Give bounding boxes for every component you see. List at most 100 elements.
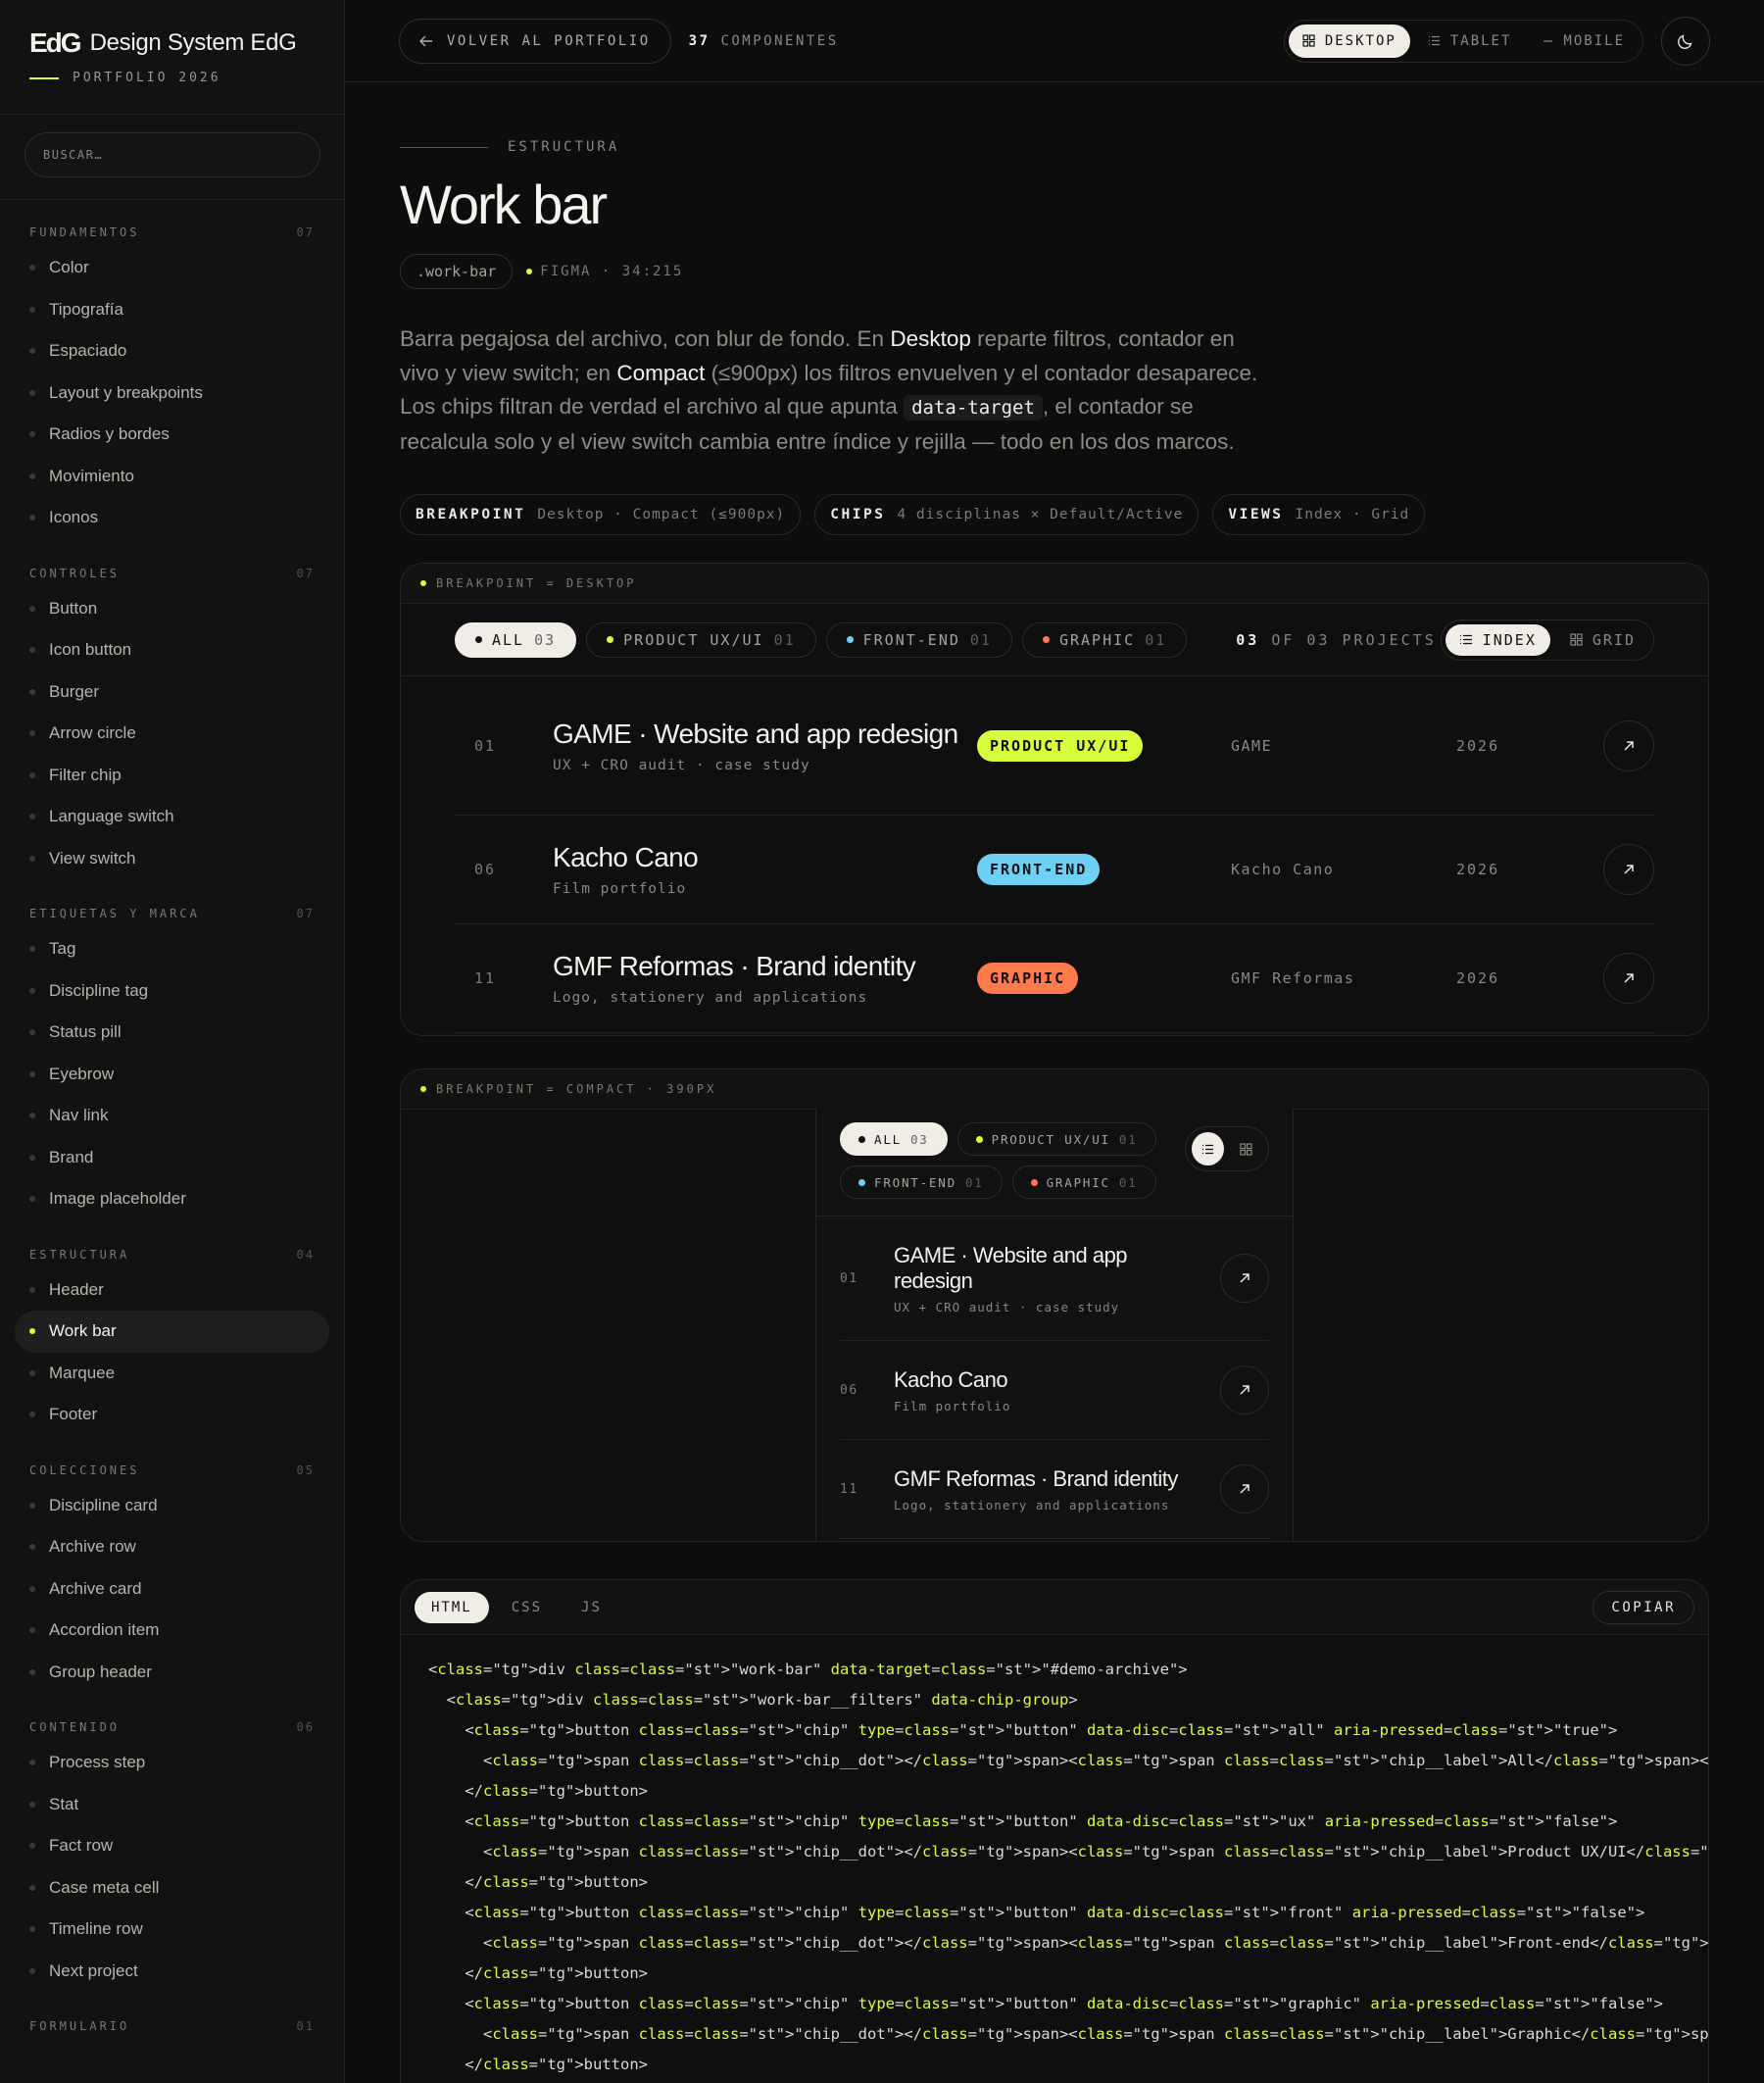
open-project-button[interactable] [1220,1365,1269,1414]
filter-chip-all[interactable]: ALL 03 [840,1122,948,1156]
device-switch: DESKTOP TABLET MOBILE [1283,19,1643,63]
sidebar-item-label: Color [49,258,89,277]
sidebar-item-header[interactable]: Header [0,1269,344,1312]
tab-html[interactable]: HTML [415,1591,489,1623]
archive-row[interactable]: 01 GAME · Website and app redesign UX + CR… [840,1216,1269,1341]
sidebar-item-button[interactable]: Button [0,588,344,630]
archive-row[interactable]: 06 Kacho Cano Film portfolio FRONT-END Kacho… [455,816,1654,924]
nav-group: ESTRUCTURA 04 Header Work bar Marquee Footer [0,1234,344,1436]
sidebar-item-eyebrow[interactable]: Eyebrow [0,1054,344,1096]
chip-count: 01 [773,630,796,649]
open-project-button[interactable] [1603,844,1654,895]
sidebar-item-stat[interactable]: Stat [0,1784,344,1826]
copy-button[interactable]: COPIAR [1592,1590,1694,1624]
sidebar-item-tipograf-a[interactable]: Tipografía [0,289,344,331]
tab-css[interactable]: CSS [495,1592,559,1623]
open-project-button[interactable] [1220,1464,1269,1513]
sidebar-item-burger[interactable]: Burger [0,671,344,714]
sidebar-item-case-meta-cell[interactable]: Case meta cell [0,1867,344,1909]
search-input[interactable]: BUSCAR… [24,132,320,177]
nav-group: ETIQUETAS Y MARCA 07 Tag Discipline tag Stat… [0,893,344,1220]
open-project-button[interactable] [1220,1254,1269,1303]
archive-row[interactable]: 11 GMF Reformas · Brand identity Logo, sta… [840,1440,1269,1539]
sidebar-item-radios-y-bordes[interactable]: Radios y bordes [0,414,344,456]
tab-js[interactable]: JS [564,1592,618,1623]
sidebar-item-iconos[interactable]: Iconos [0,497,344,539]
nav-group-header: COLECCIONES 05 [29,1463,315,1477]
sidebar-item-brand[interactable]: Brand [0,1137,344,1179]
sidebar-item-label: Accordion item [49,1620,160,1640]
sidebar-item-timeline-row[interactable]: Timeline row [0,1909,344,1951]
sidebar-item-movimiento[interactable]: Movimiento [0,456,344,498]
sidebar-item-image-placeholder[interactable]: Image placeholder [0,1178,344,1220]
back-to-portfolio-button[interactable]: VOLVER AL PORTFOLIO [399,18,671,64]
view-grid-button[interactable]: GRID [1556,624,1649,656]
row-number: 01 [840,1270,858,1286]
sidebar-item-discipline-tag[interactable]: Discipline tag [0,970,344,1013]
sidebar-item-archive-card[interactable]: Archive card [0,1568,344,1611]
sidebar-item-accordion-item[interactable]: Accordion item [0,1610,344,1652]
sidebar-item-archive-row[interactable]: Archive row [0,1526,344,1568]
nav-group-header: ETIQUETAS Y MARCA 07 [29,907,315,920]
sidebar-item-nav-link[interactable]: Nav link [0,1095,344,1137]
view-index-button[interactable]: INDEX [1445,623,1550,656]
code-block[interactable]: <class="tg">div class=class="st">"work-b… [401,1635,1708,2083]
sidebar-item-group-header[interactable]: Group header [0,1652,344,1694]
sidebar-item-view-switch[interactable]: View switch [0,838,344,880]
figma-ref[interactable]: FIGMA · 34:215 [526,264,683,279]
sidebar-item-marquee[interactable]: Marquee [0,1353,344,1395]
theme-toggle-button[interactable] [1661,16,1710,66]
filter-chip-front-end[interactable]: FRONT-END 01 [840,1165,1003,1199]
device-mobile-button[interactable]: MOBILE [1529,25,1639,58]
sidebar-item-icon-button[interactable]: Icon button [0,629,344,671]
sidebar-item-label: Marquee [49,1363,116,1382]
sidebar-item-discipline-card[interactable]: Discipline card [0,1485,344,1527]
sidebar-item-next-project[interactable]: Next project [0,1951,344,1993]
sidebar-item-layout-y-breakpoints[interactable]: Layout y breakpoints [0,372,344,415]
row-subtitle: Film portfolio [553,881,687,897]
archive-row[interactable]: 01 GAME · Website and app redesign UX + CR… [455,676,1654,816]
sidebar-item-status-pill[interactable]: Status pill [0,1012,344,1054]
row-year: 2026 [1456,969,1500,987]
open-project-button[interactable] [1603,953,1654,1004]
device-tablet-button[interactable]: TABLET [1414,25,1526,58]
sidebar-item-process-step[interactable]: Process step [0,1742,344,1784]
sidebar-item-label: Footer [49,1405,98,1424]
sidebar-item-work-bar[interactable]: Work bar [15,1311,329,1353]
nav-group-header: ESTRUCTURA 04 [29,1247,315,1262]
sidebar-item-fact-row[interactable]: Fact row [0,1825,344,1867]
archive-row[interactable]: 06 Kacho Cano Film portfolio [840,1341,1269,1440]
sidebar-item-color[interactable]: Color [0,247,344,289]
sidebar-item-language-switch[interactable]: Language switch [0,796,344,838]
sidebar-item-footer[interactable]: Footer [0,1394,344,1436]
filter-chip-product-ux-ui[interactable]: PRODUCT UX/UI 01 [586,621,816,658]
arrow-up-right-icon [1624,865,1634,874]
bullet-icon [29,1154,35,1161]
filter-chip-product-ux-ui[interactable]: PRODUCT UX/UI 01 [956,1122,1156,1156]
sidebar-item-tag[interactable]: Tag [0,928,344,970]
bullet-icon [29,605,35,612]
arrow-left-icon [419,35,432,46]
nav-group-header: CONTROLES 07 [29,566,315,580]
filter-chip-all[interactable]: ALL 03 [455,621,577,658]
sidebar-item-espaciado[interactable]: Espaciado [0,330,344,372]
filter-chip-graphic[interactable]: GRAPHIC 01 [1021,621,1188,658]
filter-chip-front-end[interactable]: FRONT-END 01 [825,621,1012,658]
nav-group: COLECCIONES 05 Discipline card Archive row A… [0,1450,344,1694]
bullet-icon [29,647,35,654]
bullet-icon [29,730,35,737]
archive-row[interactable]: 11 GMF Reformas · Brand identity Logo, sta… [455,924,1654,1033]
sidebar-item-arrow-circle[interactable]: Arrow circle [0,713,344,755]
bullet-icon [29,1926,35,1933]
nav-group-count: 06 [296,1720,315,1734]
brand[interactable]: EdG Design System EdG PORTFOLIO 2026 [0,0,344,115]
view-index-button[interactable] [1192,1132,1224,1165]
bullet-icon [29,1544,35,1551]
bullet-icon [29,389,35,396]
sidebar-item-filter-chip[interactable]: Filter chip [0,755,344,797]
device-desktop-button[interactable]: DESKTOP [1288,24,1410,58]
open-project-button[interactable] [1603,719,1654,771]
view-grid-button[interactable] [1230,1132,1262,1165]
filter-chip-graphic[interactable]: GRAPHIC 01 [1011,1165,1156,1199]
nav-group-count: 07 [296,225,315,239]
